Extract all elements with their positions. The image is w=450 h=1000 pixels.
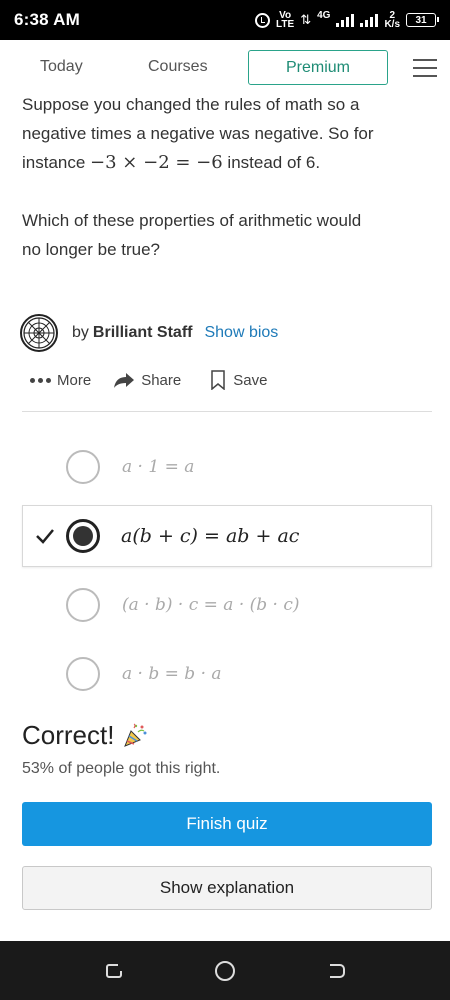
share-arrow-icon [114,373,135,388]
share-label: Share [141,371,182,389]
result-title: Correct! [22,720,148,751]
hamburger-menu-icon[interactable] [413,59,437,77]
radio-button[interactable] [66,588,100,622]
net-speed: 2 K/s [384,10,400,30]
option-text: a(b + c) = ab + ac [121,525,300,547]
question-text: Suppose you changed the rules of math so… [22,96,374,173]
brilliant-logo-avatar [20,314,58,352]
radio-button[interactable] [66,657,100,691]
more-dots-icon [30,377,51,383]
radio-button[interactable] [66,450,100,484]
author-by-label: by [72,324,89,341]
back-icon[interactable] [326,960,348,982]
option-text: a · b = b · a [122,664,222,684]
show-bios-link[interactable]: Show bios [204,324,278,342]
share-button[interactable]: Share [113,371,181,389]
status-bar: 6:38 AM Vo LTE ⇅ 4G 2 K/s 31 [0,0,450,40]
battery-icon: 31 [406,13,439,27]
answer-option-1[interactable]: a · 1 = a [22,436,432,498]
premium-button[interactable]: Premium [248,50,388,85]
answer-option-3[interactable]: (a · b) · c = a · (b · c) [22,574,432,636]
author-name: Brilliant Staff [92,324,193,341]
author-row: by Brilliant Staff Show bios [20,314,278,352]
status-time: 6:38 AM [14,10,80,29]
answer-option-2[interactable]: a(b + c) = ab + ac [22,505,432,567]
recent-apps-icon[interactable] [103,960,125,982]
math-example: −3 × −2 = −6 [90,152,223,173]
system-nav-bar [0,941,450,1000]
radio-button-selected[interactable] [66,519,100,553]
network-type: 4G [317,10,331,21]
quiz-content: Suppose you changed the rules of math so… [0,96,450,941]
more-button[interactable]: More [30,372,91,389]
save-label: Save [233,371,268,389]
bookmark-icon [211,370,225,390]
tab-today[interactable]: Today [40,58,83,76]
action-bar: More Share Save [30,370,267,390]
alarm-icon [255,12,271,28]
volte-indicator: Vo LTE [276,10,295,30]
save-button[interactable]: Save [209,370,267,390]
result-stat: 53% of people got this right. [22,760,221,777]
question-prompt: Which of these properties of arithmetic … [22,211,362,259]
option-text: (a · b) · c = a · (b · c) [122,595,300,615]
signal-bars-icon-2 [360,13,379,27]
party-popper-icon [124,722,147,747]
data-transfer-icon: ⇅ [300,12,312,27]
checkmark-icon [36,529,54,544]
divider [22,411,432,412]
answer-option-4[interactable]: a · b = b · a [22,643,432,705]
show-explanation-button[interactable]: Show explanation [22,866,432,910]
home-icon[interactable] [214,960,236,982]
status-icons: Vo LTE ⇅ 4G 2 K/s 31 [255,10,439,30]
tab-courses[interactable]: Courses [148,58,208,76]
option-text: a · 1 = a [122,457,195,477]
top-nav: Today Courses Premium [0,40,450,96]
finish-quiz-button[interactable]: Finish quiz [22,802,432,846]
more-label: More [57,371,92,389]
signal-bars-icon [336,13,355,27]
